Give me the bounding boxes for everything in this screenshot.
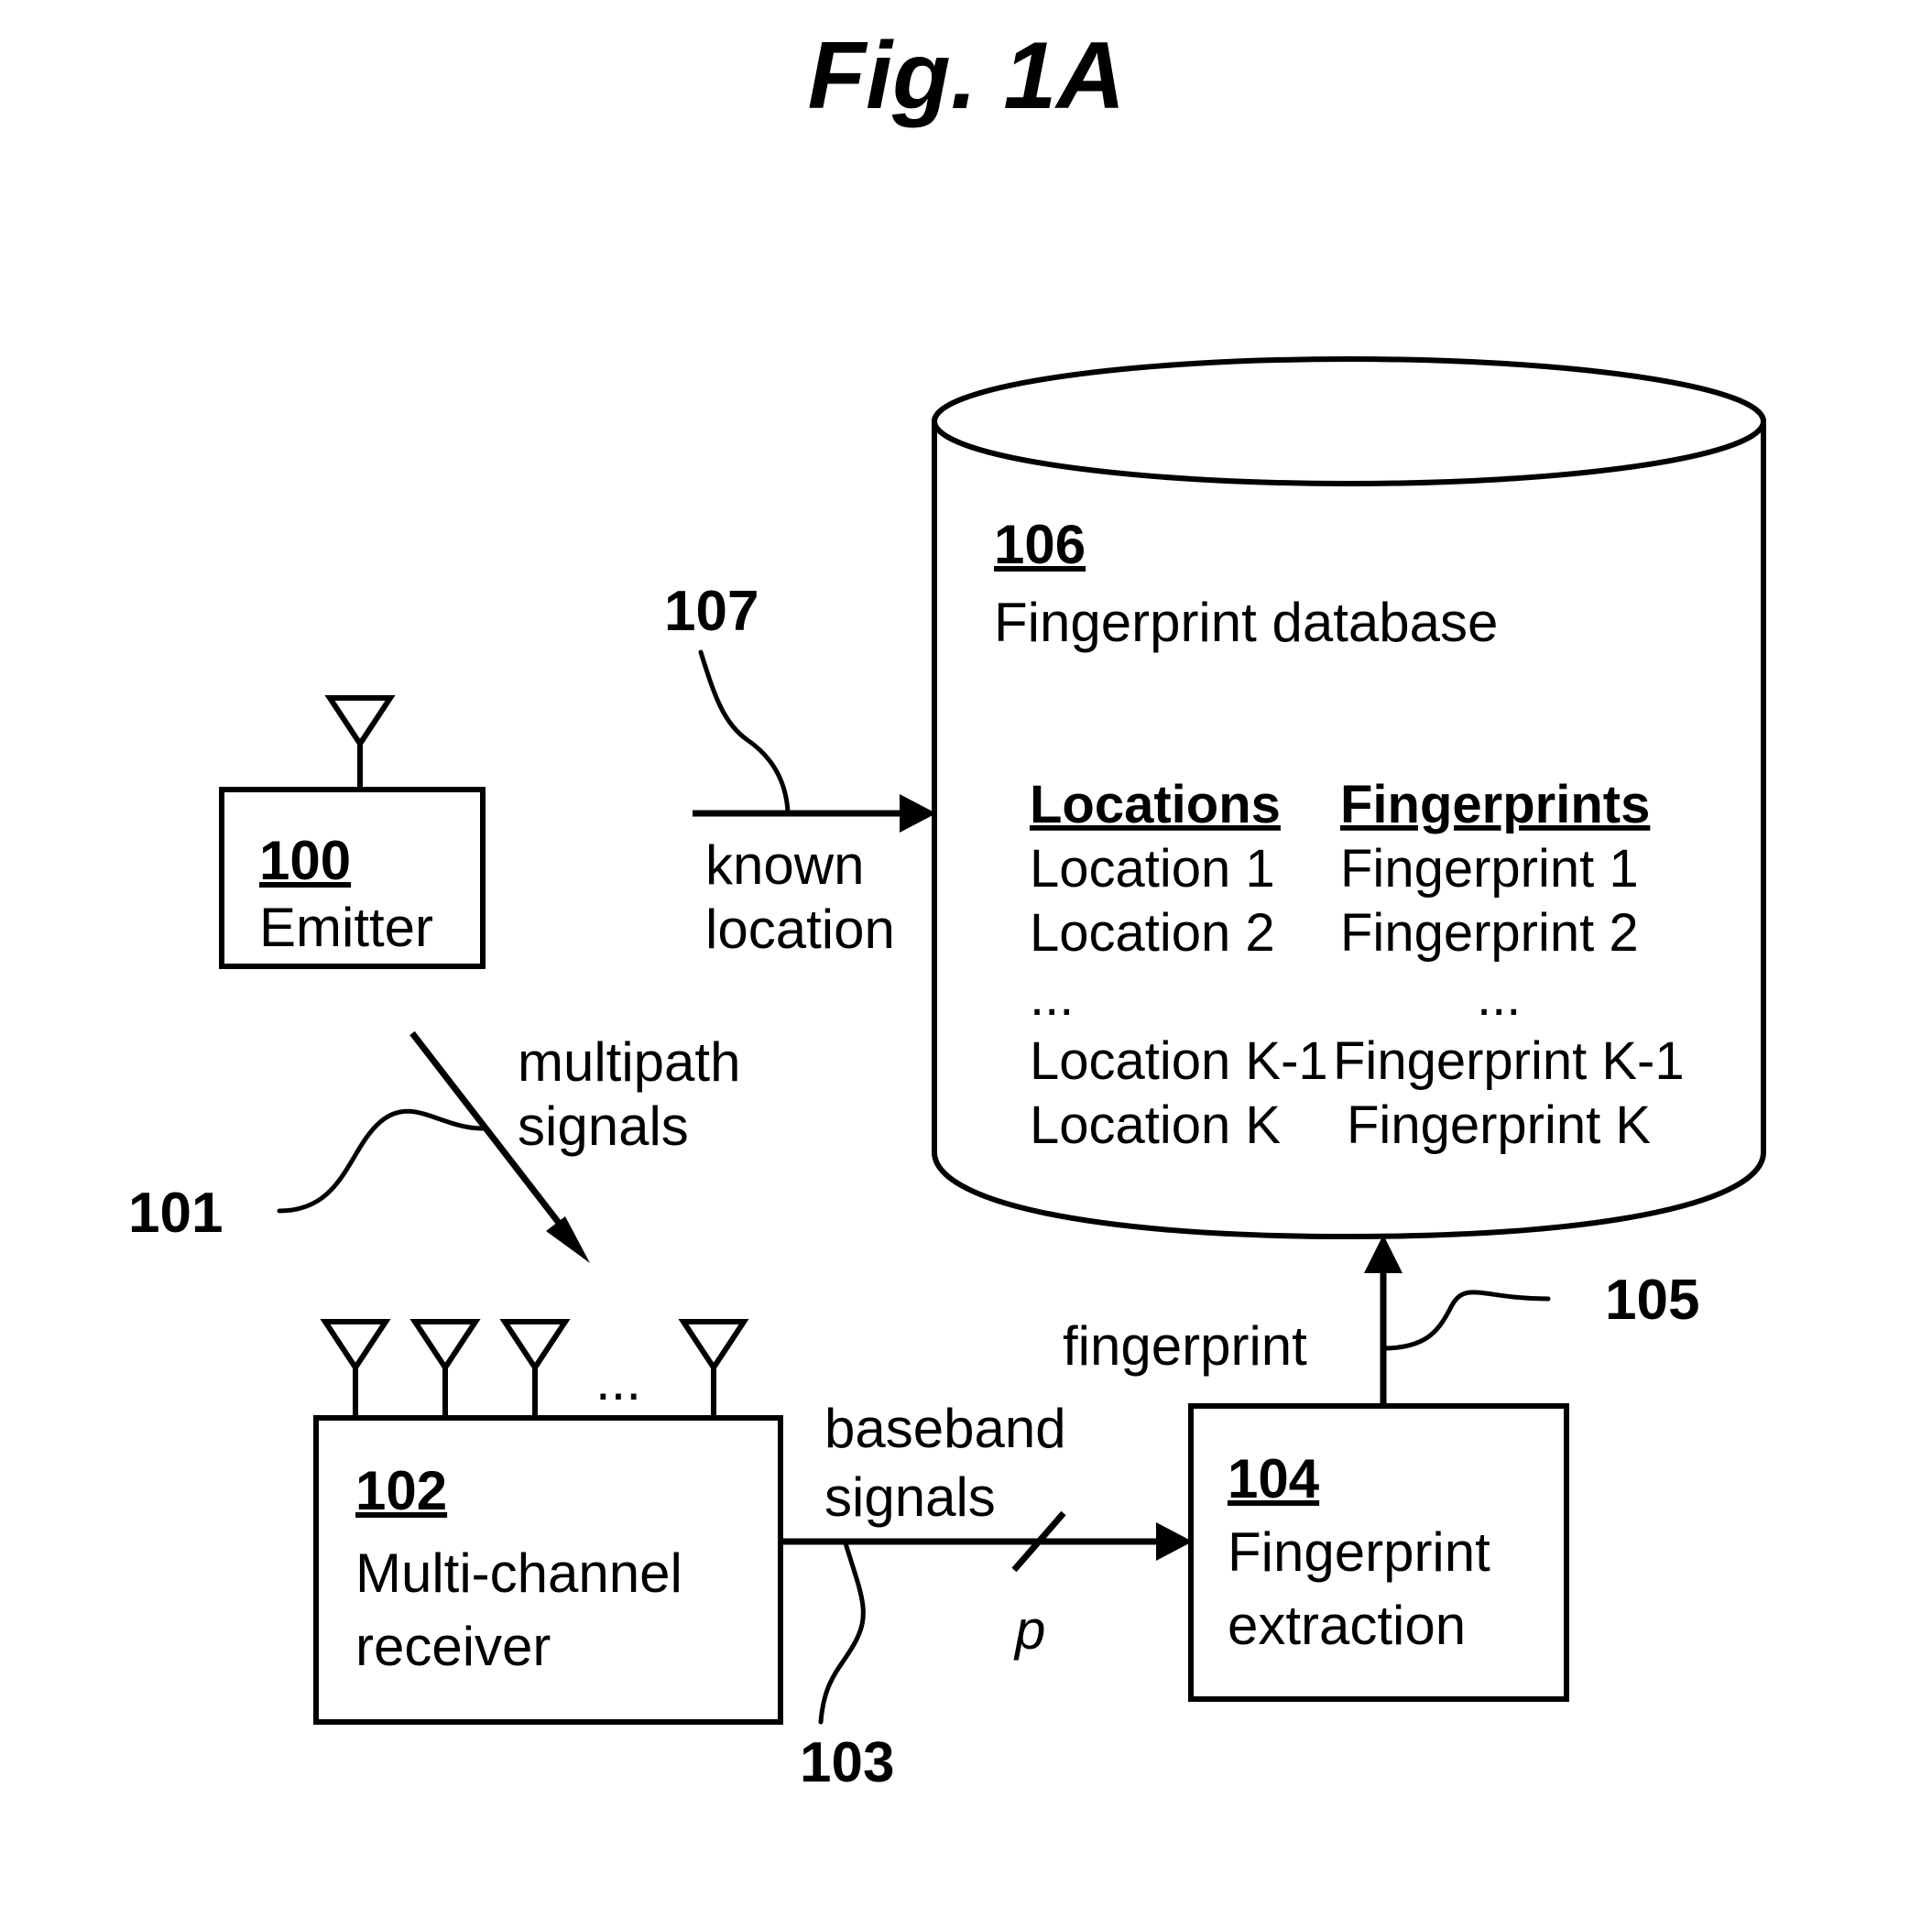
database-label: Fingerprint database [994, 592, 1498, 653]
known-location-label-line2: location [705, 899, 895, 960]
emitter-ref: 100 [259, 830, 351, 891]
table-cell-fingerprint: Fingerprint 1 [1340, 839, 1639, 899]
table-cell-location-ellipsis: ... [1030, 967, 1074, 1027]
known-location-label-line1: known [705, 834, 864, 896]
antenna-triangle [324, 695, 396, 749]
known-location-arrow: 107 known location [664, 580, 936, 960]
receiver-block: ... 102 Multi-channel receiver [313, 1319, 783, 1725]
multipath-signal-arrow: 101 multipath signals [128, 1030, 740, 1263]
receiver-label-line2: receiver [355, 1616, 551, 1677]
receiver-ref: 102 [355, 1460, 447, 1521]
baseband-label-line1: baseband [824, 1398, 1066, 1459]
fingerprint-signal-arrow: 105 fingerprint [1063, 1235, 1699, 1406]
multipath-leader-line [277, 1108, 486, 1214]
table-cell-location: Location K [1030, 1095, 1281, 1155]
figure-title: Fig. 1A [808, 23, 1126, 129]
baseband-signal-arrow: p 103 baseband signals [780, 1398, 1193, 1794]
extraction-label-line1: Fingerprint [1228, 1521, 1490, 1583]
known-location-arrowhead [900, 794, 936, 833]
antenna-triangle [678, 1319, 749, 1373]
multipath-arrowhead [546, 1216, 590, 1263]
fingerprint-label: fingerprint [1063, 1315, 1307, 1377]
receiver-label-line1: Multi-channel [355, 1542, 682, 1604]
table-cell-fingerprint: Fingerprint 2 [1340, 903, 1639, 963]
table-cell-location: Location K-1 [1030, 1031, 1328, 1091]
antenna-array-icon [320, 1319, 749, 1418]
known-location-leader-line [698, 649, 791, 814]
multipath-ref: 101 [128, 1182, 223, 1245]
figure-canvas: Fig. 1A 106 Fingerprint database Locatio… [0, 0, 1932, 1907]
table-header-fingerprints: Fingerprints [1340, 775, 1650, 834]
table-header-locations: Locations [1030, 775, 1281, 834]
antenna-icon [324, 695, 396, 790]
table-cell-location: Location 2 [1030, 903, 1275, 963]
emitter-block: 100 Emitter [219, 695, 486, 969]
table-cell-fingerprint-ellipsis: ... [1477, 967, 1521, 1027]
fingerprint-leader-line [1381, 1290, 1551, 1351]
cylinder-top-ellipse [932, 356, 1766, 486]
extraction-block: 104 Fingerprint extraction [1188, 1403, 1569, 1702]
patent-figure-svg: Fig. 1A 106 Fingerprint database Locatio… [128, 23, 1766, 1794]
antenna-triangle [499, 1319, 571, 1373]
extraction-label-line2: extraction [1228, 1595, 1466, 1656]
multipath-label-line2: signals [518, 1095, 689, 1157]
table-cell-fingerprint: Fingerprint K [1347, 1095, 1651, 1155]
antenna-triangle [409, 1319, 481, 1373]
known-location-ref: 107 [664, 580, 759, 643]
fingerprint-arrowhead [1364, 1235, 1403, 1273]
database-ref: 106 [994, 514, 1086, 575]
fingerprint-ref: 105 [1605, 1269, 1699, 1332]
baseband-label-line2: signals [824, 1466, 996, 1528]
antenna-triangle [320, 1319, 391, 1373]
baseband-arrowhead [1156, 1522, 1193, 1561]
extraction-ref: 104 [1228, 1448, 1320, 1509]
bus-width-label: p [1013, 1599, 1045, 1661]
antenna-array-ellipsis: ... [595, 1350, 641, 1411]
table-cell-fingerprint: Fingerprint K-1 [1333, 1031, 1685, 1091]
multipath-label-line1: multipath [518, 1031, 740, 1093]
baseband-ref: 103 [800, 1731, 894, 1794]
emitter-label: Emitter [259, 897, 433, 958]
table-cell-location: Location 1 [1030, 839, 1275, 899]
baseband-leader-line [818, 1541, 866, 1725]
